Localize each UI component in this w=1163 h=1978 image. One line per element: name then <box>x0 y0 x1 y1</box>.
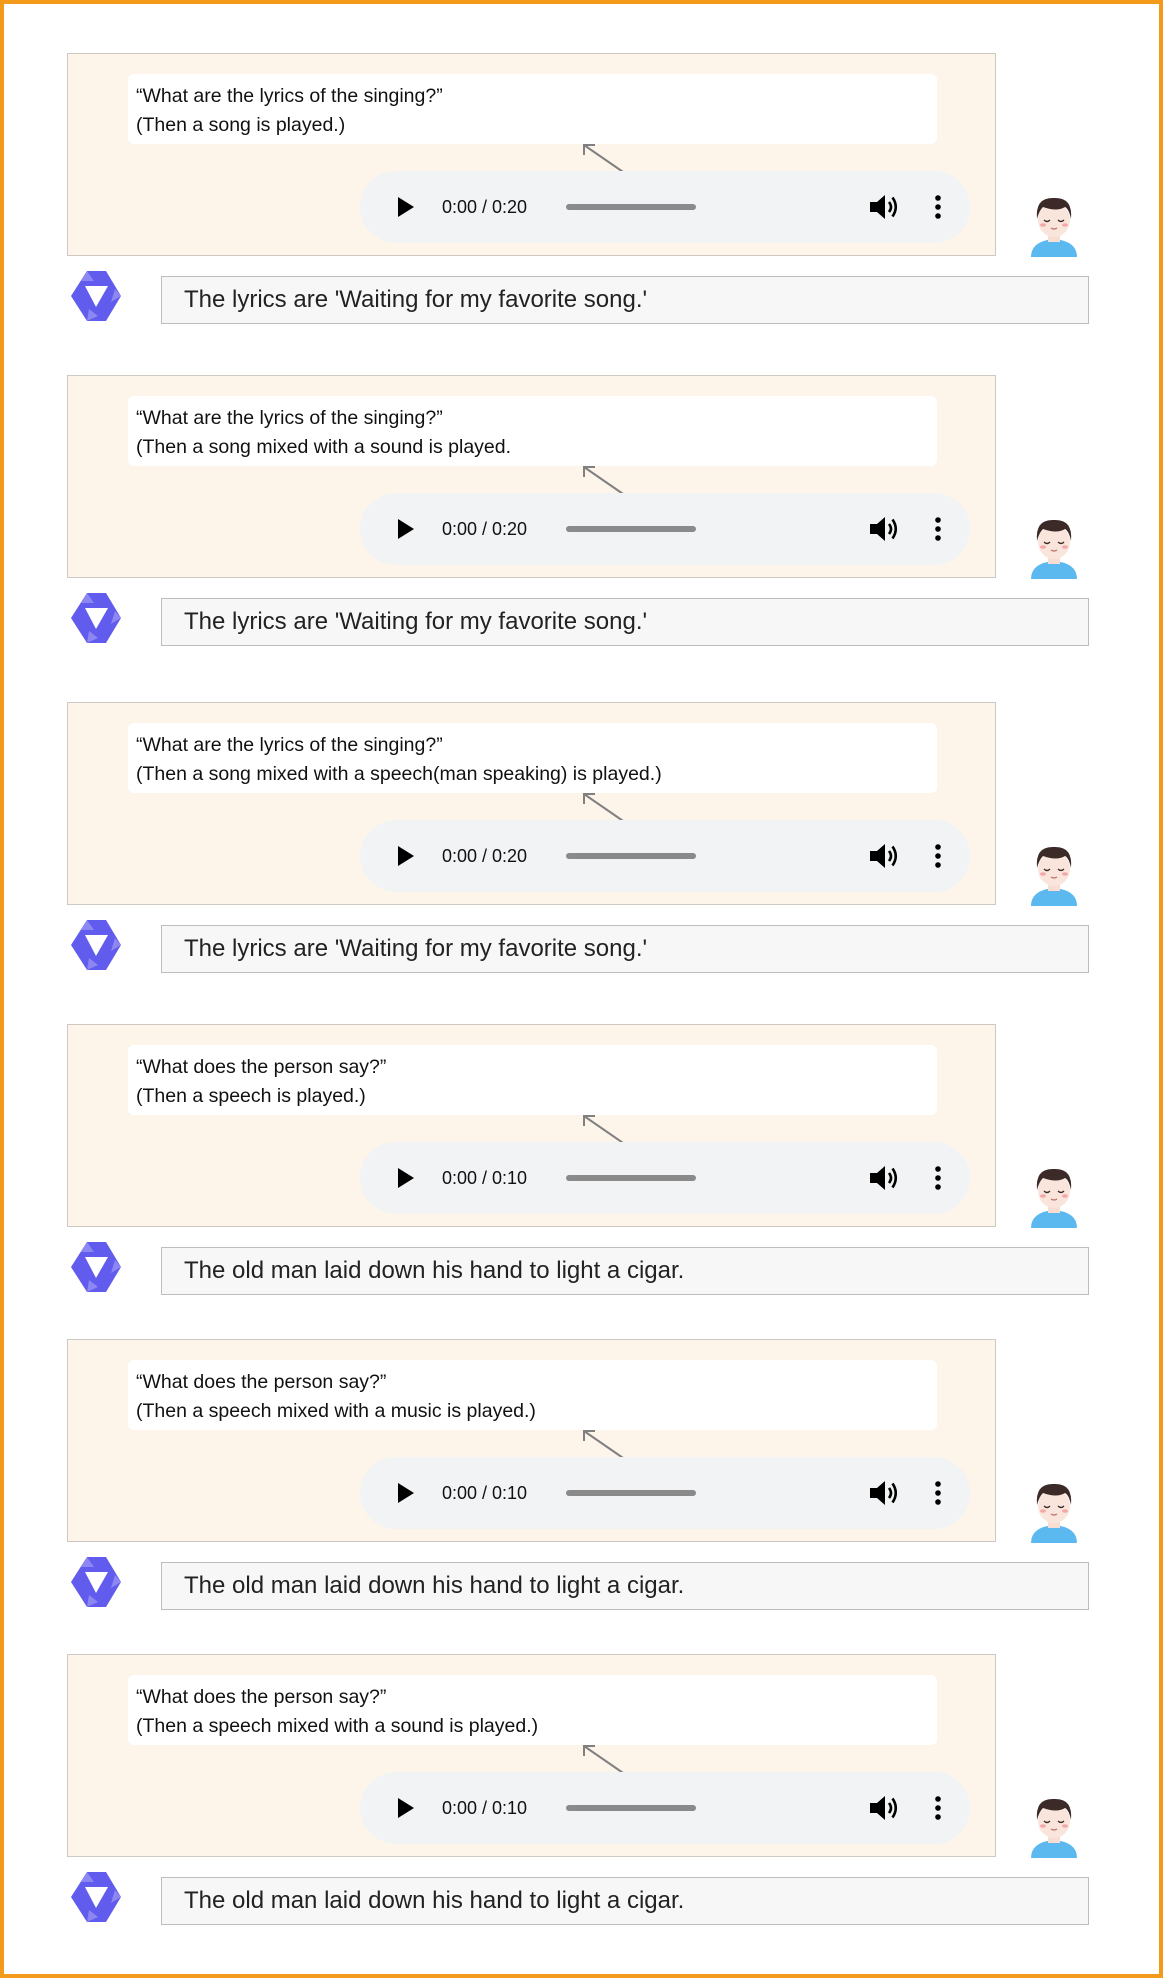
assistant-answer: The old man laid down his hand to light … <box>161 1247 1089 1295</box>
prompt-context: (Then a speech mixed with a music is pla… <box>136 1400 536 1422</box>
audio-progress-slider[interactable] <box>566 1490 696 1496</box>
prompt-question: “What does the person say?” <box>136 1686 387 1708</box>
audio-progress-slider[interactable] <box>566 853 696 859</box>
qwen-logo-icon <box>71 593 121 643</box>
play-icon[interactable] <box>394 845 416 867</box>
user-prompt: “What are the lyrics of the singing?” (T… <box>128 723 937 793</box>
assistant-answer: The lyrics are 'Waiting for my favorite … <box>161 598 1089 646</box>
volume-icon[interactable] <box>868 514 900 544</box>
user-avatar-icon <box>1031 519 1077 579</box>
conversation-turn: “What does the person say?” (Then a spee… <box>4 1654 1163 1946</box>
qwen-logo-icon <box>71 1242 121 1292</box>
qwen-logo-icon <box>71 271 121 321</box>
prompt-context: (Then a song mixed with a sound is playe… <box>136 436 512 458</box>
more-vertical-icon[interactable] <box>931 514 945 544</box>
more-vertical-icon[interactable] <box>931 192 945 222</box>
qwen-logo-icon <box>71 1557 121 1607</box>
conversation-turn: “What are the lyrics of the singing?” (T… <box>4 702 1163 994</box>
qwen-logo-icon <box>71 1872 121 1922</box>
volume-icon[interactable] <box>868 841 900 871</box>
play-icon[interactable] <box>394 1167 416 1189</box>
user-message-panel: “What does the person say?” (Then a spee… <box>67 1654 996 1857</box>
audio-player: 0:00 / 0:20 <box>360 820 970 892</box>
assistant-answer: The lyrics are 'Waiting for my favorite … <box>161 925 1089 973</box>
conversation-turn: “What does the person say?” (Then a spee… <box>4 1024 1163 1316</box>
prompt-question: “What does the person say?” <box>136 1056 387 1078</box>
user-avatar-icon <box>1031 1168 1077 1228</box>
volume-icon[interactable] <box>868 1163 900 1193</box>
audio-time: 0:00 / 0:20 <box>442 197 528 217</box>
user-prompt: “What are the lyrics of the singing?” (T… <box>128 396 937 466</box>
conversation-turn: “What are the lyrics of the singing?” (T… <box>4 53 1163 345</box>
prompt-context: (Then a speech is played.) <box>136 1085 366 1107</box>
user-message-panel: “What does the person say?” (Then a spee… <box>67 1024 996 1227</box>
conversation-turn: “What does the person say?” (Then a spee… <box>4 1339 1163 1631</box>
audio-player: 0:00 / 0:10 <box>360 1142 970 1214</box>
prompt-question: “What are the lyrics of the singing?” <box>136 734 443 756</box>
more-vertical-icon[interactable] <box>931 841 945 871</box>
user-prompt: “What does the person say?” (Then a spee… <box>128 1360 937 1430</box>
more-vertical-icon[interactable] <box>931 1163 945 1193</box>
play-icon[interactable] <box>394 518 416 540</box>
more-vertical-icon[interactable] <box>931 1793 945 1823</box>
user-avatar-icon <box>1031 1798 1077 1858</box>
audio-player: 0:00 / 0:20 <box>360 493 970 565</box>
prompt-question: “What does the person say?” <box>136 1371 387 1393</box>
qwen-logo-icon <box>71 920 121 970</box>
audio-player: 0:00 / 0:10 <box>360 1457 970 1529</box>
user-avatar-icon <box>1031 197 1077 257</box>
volume-icon[interactable] <box>868 1478 900 1508</box>
play-icon[interactable] <box>394 1797 416 1819</box>
user-message-panel: “What are the lyrics of the singing?” (T… <box>67 702 996 905</box>
assistant-answer: The lyrics are 'Waiting for my favorite … <box>161 276 1089 324</box>
user-message-panel: “What are the lyrics of the singing?” (T… <box>67 53 996 256</box>
audio-player: 0:00 / 0:20 <box>360 171 970 243</box>
audio-progress-slider[interactable] <box>566 526 696 532</box>
more-vertical-icon[interactable] <box>931 1478 945 1508</box>
audio-player: 0:00 / 0:10 <box>360 1772 970 1844</box>
assistant-answer: The old man laid down his hand to light … <box>161 1562 1089 1610</box>
audio-time: 0:00 / 0:10 <box>442 1483 528 1503</box>
volume-icon[interactable] <box>868 1793 900 1823</box>
figure-frame: “What are the lyrics of the singing?” (T… <box>0 0 1163 1978</box>
audio-time: 0:00 / 0:20 <box>442 519 528 539</box>
user-prompt: “What does the person say?” (Then a spee… <box>128 1675 937 1745</box>
audio-progress-slider[interactable] <box>566 204 696 210</box>
audio-progress-slider[interactable] <box>566 1175 696 1181</box>
audio-time: 0:00 / 0:10 <box>442 1168 528 1188</box>
prompt-context: (Then a song mixed with a speech(man spe… <box>136 763 662 785</box>
play-icon[interactable] <box>394 1482 416 1504</box>
user-avatar-icon <box>1031 846 1077 906</box>
audio-time: 0:00 / 0:10 <box>442 1798 528 1818</box>
user-prompt: “What does the person say?” (Then a spee… <box>128 1045 937 1115</box>
prompt-question: “What are the lyrics of the singing?” <box>136 85 443 107</box>
prompt-context: (Then a song is played.) <box>136 114 346 136</box>
prompt-question: “What are the lyrics of the singing?” <box>136 407 443 429</box>
user-avatar-icon <box>1031 1483 1077 1543</box>
user-prompt: “What are the lyrics of the singing?” (T… <box>128 74 937 144</box>
prompt-context: (Then a speech mixed with a sound is pla… <box>136 1715 539 1737</box>
audio-time: 0:00 / 0:20 <box>442 846 528 866</box>
audio-progress-slider[interactable] <box>566 1805 696 1811</box>
user-message-panel: “What are the lyrics of the singing?” (T… <box>67 375 996 578</box>
volume-icon[interactable] <box>868 192 900 222</box>
user-message-panel: “What does the person say?” (Then a spee… <box>67 1339 996 1542</box>
conversation-turn: “What are the lyrics of the singing?” (T… <box>4 375 1163 667</box>
play-icon[interactable] <box>394 196 416 218</box>
assistant-answer: The old man laid down his hand to light … <box>161 1877 1089 1925</box>
